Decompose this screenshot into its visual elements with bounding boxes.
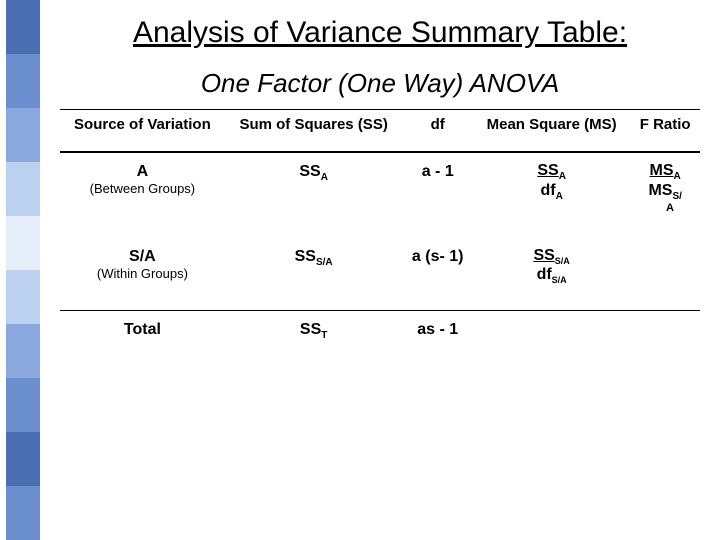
cell-f: MSA MSS/ A (630, 152, 700, 238)
deco-block (6, 54, 40, 108)
table-row-sa: S/A (Within Groups) SSS/A a (s- 1) SSS/A… (60, 238, 700, 310)
col-source: Source of Variation (60, 110, 225, 153)
table-row-a: A (Between Groups) SSA a - 1 SSA dfA (60, 152, 700, 238)
cell-df: as - 1 (402, 310, 472, 365)
deco-block (6, 324, 40, 378)
deco-block (6, 432, 40, 486)
deco-block (6, 270, 40, 324)
cell-source: A (Between Groups) (60, 152, 225, 238)
col-ss: Sum of Squares (SS) (225, 110, 403, 153)
cell-source: Total (60, 310, 225, 365)
deco-block (6, 486, 40, 540)
cell-ms (473, 310, 630, 365)
table-row-total: Total SST as - 1 (60, 310, 700, 365)
col-df: df (402, 110, 472, 153)
cell-ss: SSS/A (225, 238, 403, 310)
cell-source: S/A (Within Groups) (60, 238, 225, 310)
cell-ss: SST (225, 310, 403, 365)
deco-block (6, 108, 40, 162)
col-ms: Mean Square (MS) (473, 110, 630, 153)
cell-f (630, 238, 700, 310)
deco-block (6, 0, 40, 54)
table-header-row: Source of Variation Sum of Squares (SS) … (60, 110, 700, 153)
content-area: Analysis of Variance Summary Table: One … (60, 10, 700, 365)
deco-block (6, 216, 40, 270)
cell-f (630, 310, 700, 365)
anova-table: Source of Variation Sum of Squares (SS) … (60, 109, 700, 365)
decorative-sidebar (0, 0, 44, 540)
deco-block (6, 378, 40, 432)
slide: Analysis of Variance Summary Table: One … (0, 0, 720, 540)
slide-title: Analysis of Variance Summary Table: (60, 16, 700, 50)
slide-subtitle: One Factor (One Way) ANOVA (60, 68, 700, 99)
deco-block (6, 162, 40, 216)
cell-df: a - 1 (402, 152, 472, 238)
col-f: F Ratio (630, 110, 700, 153)
cell-ms: SSA dfA (473, 152, 630, 238)
cell-df: a (s- 1) (402, 238, 472, 310)
cell-ms: SSS/A dfS/A (473, 238, 630, 310)
cell-ss: SSA (225, 152, 403, 238)
